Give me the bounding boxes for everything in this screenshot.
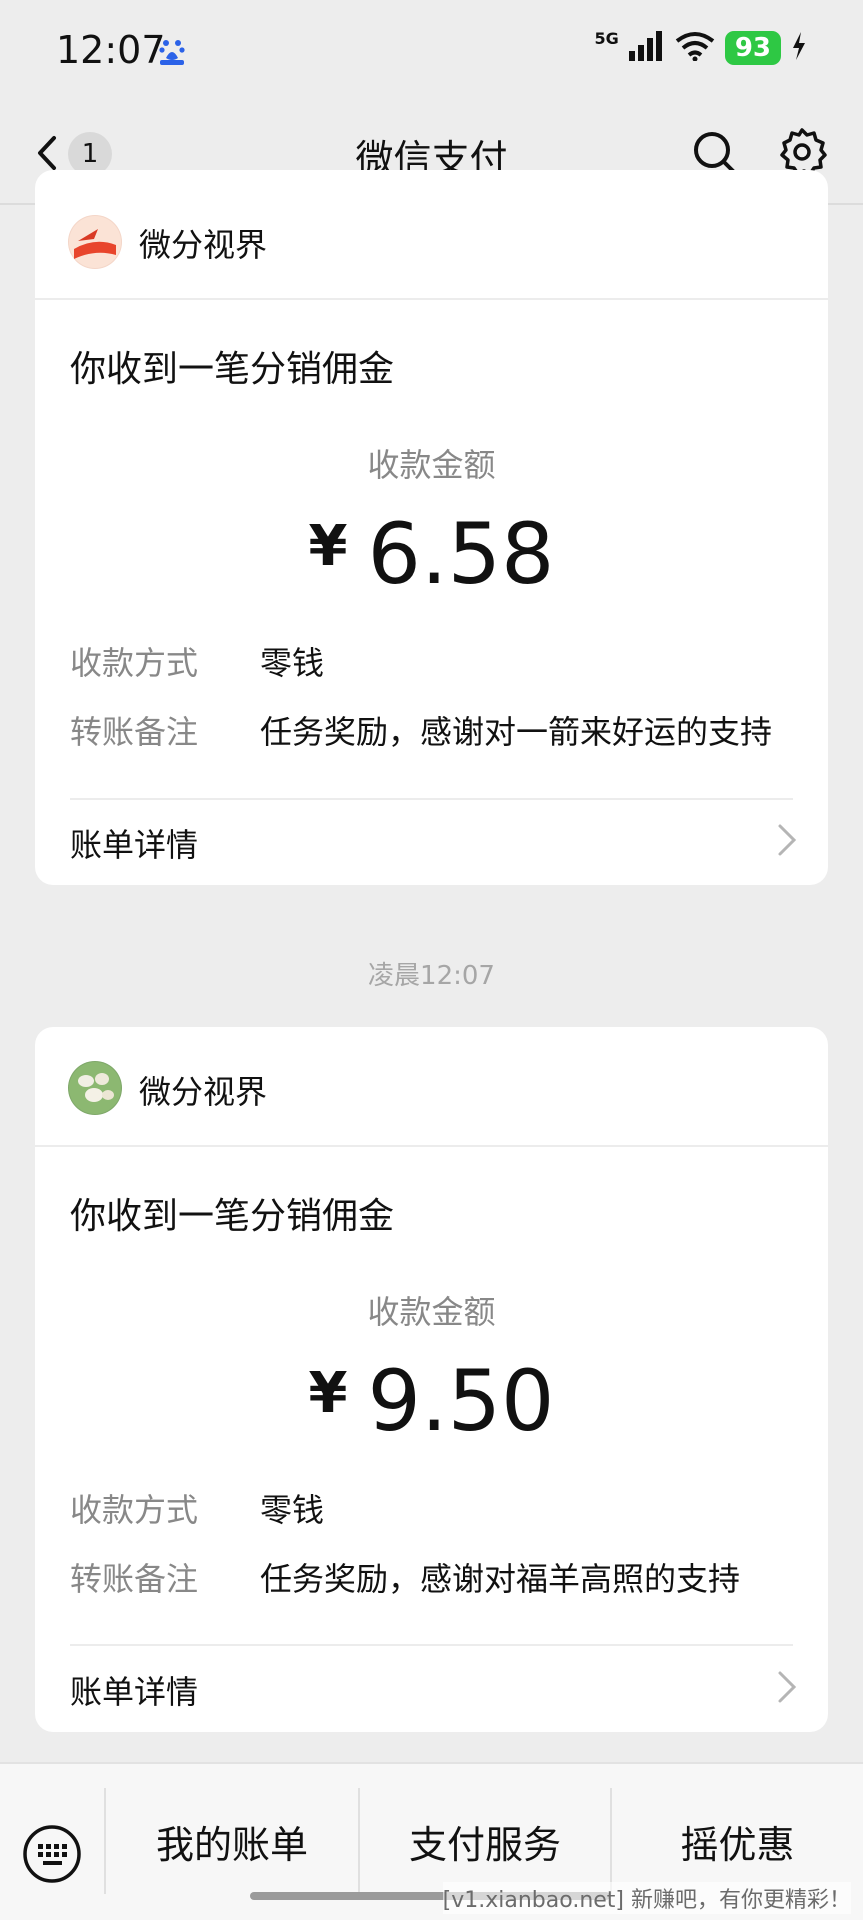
menu-payment-services[interactable]: 支付服务 — [360, 1786, 610, 1896]
amount-label: 收款金额 — [367, 1293, 496, 1331]
currency-symbol: ¥ — [308, 514, 348, 579]
payment-notification-card[interactable]: 微分视界 你收到一笔分销佣金 收款金额 ¥6.58 收款方式 零钱 转账备注 任… — [35, 170, 828, 885]
amount-value: ¥9.50 — [35, 1352, 828, 1450]
charging-icon — [791, 32, 807, 64]
amount-label: 收款金额 — [367, 446, 496, 484]
amount-value: ¥6.58 — [35, 505, 828, 603]
card-header: 微分视界 — [35, 1027, 828, 1147]
keyboard-icon[interactable] — [22, 1824, 82, 1884]
bill-details-link[interactable]: 账单详情 — [70, 1667, 198, 1713]
payment-method-value: 零钱 — [260, 644, 325, 682]
message-timestamp: 凌晨12:07 — [368, 961, 495, 991]
payment-method-value: 零钱 — [260, 1491, 325, 1529]
screen: 12:07 5G 93 1 微信支付 微分视界 你收到一笔分销佣金 收款金额 ¥… — [0, 0, 863, 1920]
transfer-note-label: 转账备注 — [70, 713, 199, 751]
payment-notification-card[interactable]: 微分视界 你收到一笔分销佣金 收款金额 ¥9.50 收款方式 零钱 转账备注 任… — [35, 1027, 828, 1732]
status-bar: 12:07 5G 93 — [0, 0, 863, 100]
status-time: 12:07 — [56, 28, 166, 72]
merchant-avatar — [68, 1061, 122, 1115]
payment-method-label: 收款方式 — [70, 644, 199, 682]
chevron-right-icon — [776, 822, 798, 858]
transfer-note-label: 转账备注 — [70, 1560, 199, 1598]
signal-icon — [628, 31, 665, 65]
status-icons: 5G 93 — [595, 28, 807, 68]
currency-symbol: ¥ — [308, 1361, 348, 1426]
card-divider — [70, 1644, 793, 1646]
watermark-text: [v1.xianbao.net] 新赚吧，有你更精彩！ — [442, 1882, 851, 1914]
battery-indicator: 93 — [724, 31, 781, 65]
notification-title: 你收到一笔分销佣金 — [70, 349, 395, 390]
notification-title: 你收到一笔分销佣金 — [70, 1196, 395, 1237]
baidu-app-icon — [156, 34, 188, 66]
payment-method-label: 收款方式 — [70, 1491, 199, 1529]
network-type: 5G — [594, 28, 619, 48]
transfer-note-value: 任务奖励，感谢对一箭来好运的支持 — [260, 713, 773, 751]
card-header: 微分视界 — [35, 170, 828, 300]
merchant-name: 微分视界 — [139, 1073, 268, 1111]
merchant-avatar — [68, 215, 122, 269]
amount-number: 6.58 — [367, 505, 555, 603]
bill-details-link[interactable]: 账单详情 — [70, 820, 198, 866]
wifi-icon — [675, 31, 715, 65]
merchant-name: 微分视界 — [139, 226, 268, 264]
card-divider — [70, 798, 793, 800]
amount-number: 9.50 — [367, 1352, 555, 1450]
chevron-right-icon — [776, 1669, 798, 1705]
menu-my-bills[interactable]: 我的账单 — [106, 1786, 358, 1896]
transfer-note-value: 任务奖励，感谢对福羊高照的支持 — [260, 1560, 741, 1598]
menu-shake-deals[interactable]: 摇优惠 — [612, 1786, 863, 1896]
